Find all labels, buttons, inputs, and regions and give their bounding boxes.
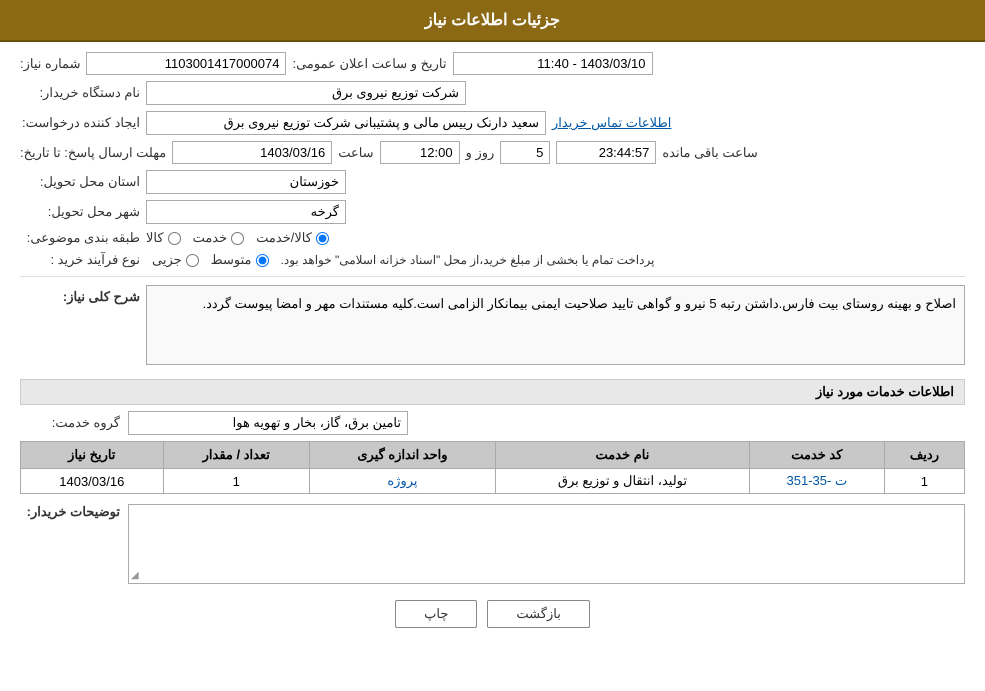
announce-value: 1403/03/10 - 11:40 xyxy=(453,52,653,75)
cell-quantity: 1 xyxy=(163,469,309,494)
deadline-remaining-label: ساعت باقی مانده xyxy=(662,145,757,161)
buyer-notes-label: توضیحات خریدار: xyxy=(20,504,120,520)
deadline-date: 1403/03/16 xyxy=(172,141,332,164)
cell-unit[interactable]: پروژه xyxy=(309,469,495,494)
print-button[interactable]: چاپ xyxy=(395,600,477,628)
services-table: ردیف کد خدمت نام خدمت واحد اندازه گیری ت… xyxy=(20,441,965,494)
process-option-mottaset[interactable]: متوسط xyxy=(211,252,269,268)
table-row: 1 ت -35-351 تولید، انتقال و توزیع برق پر… xyxy=(21,469,965,494)
deadline-day-label: روز و xyxy=(466,145,495,161)
col-quantity: تعداد / مقدار xyxy=(163,442,309,469)
col-date: تاریخ نیاز xyxy=(21,442,164,469)
deadline-remaining-value: 23:44:57 xyxy=(556,141,656,164)
city-value: گرخه xyxy=(146,200,346,224)
service-group-label: گروه خدمت: xyxy=(20,415,120,431)
category-option-kala[interactable]: کالا xyxy=(146,230,181,246)
announce-label: تاریخ و ساعت اعلان عمومی: xyxy=(292,56,446,72)
resize-corner: ◢ xyxy=(131,570,139,581)
deadline-row: مهلت ارسال پاسخ: تا تاریخ: 1403/03/16 سا… xyxy=(20,141,965,164)
process-row: نوع فرآیند خرید : جزیی متوسط پرداخت تمام… xyxy=(20,252,965,268)
process-note: پرداخت تمام یا بخشی از مبلغ خرید،از محل … xyxy=(281,253,655,267)
province-row: استان محل تحویل: خوزستان xyxy=(20,170,965,194)
category-option-kala-khedmat[interactable]: کالا/خدمت xyxy=(256,230,329,246)
process-label: نوع فرآیند خرید : xyxy=(20,252,140,268)
content-area: شماره نیاز: 1103001417000074 تاریخ و ساع… xyxy=(0,42,985,638)
description-text: اصلاح و بهینه روستای بیت فارس.داشتن رتبه… xyxy=(146,285,965,365)
creator-label: ایجاد کننده درخواست: xyxy=(20,115,140,131)
deadline-day-value: 5 xyxy=(500,141,550,164)
creator-value: سعید دارنک رییس مالی و پشتیبانی شرکت توز… xyxy=(146,111,546,135)
category-option-khedmat[interactable]: خدمت xyxy=(193,230,245,246)
process-option-jozvi[interactable]: جزیی xyxy=(152,252,199,268)
col-unit: واحد اندازه گیری xyxy=(309,442,495,469)
cell-row-num: 1 xyxy=(884,469,964,494)
deadline-label: مهلت ارسال پاسخ: تا تاریخ: xyxy=(20,145,166,161)
page-wrapper: جزئیات اطلاعات نیاز شماره نیاز: 11030014… xyxy=(0,0,985,691)
col-row-num: ردیف xyxy=(884,442,964,469)
city-row: شهر محل تحویل: گرخه xyxy=(20,200,965,224)
category-label: طبقه بندی موضوعی: xyxy=(20,230,140,246)
cell-service-code[interactable]: ت -35-351 xyxy=(749,469,884,494)
cell-date: 1403/03/16 xyxy=(21,469,164,494)
col-service-code: کد خدمت xyxy=(749,442,884,469)
province-value: خوزستان xyxy=(146,170,346,194)
description-label: شرح کلی نیاز: xyxy=(20,285,140,305)
category-row: طبقه بندی موضوعی: کالا خدمت کالا/خدمت xyxy=(20,230,965,246)
service-group-value: تامین برق، گاز، بخار و تهویه هوا xyxy=(128,411,408,435)
deadline-time-label: ساعت xyxy=(338,145,373,161)
buyer-notes-box: ◢ xyxy=(128,504,965,584)
col-service-name: نام خدمت xyxy=(496,442,750,469)
buyer-org-value: شرکت توزیع نیروی برق xyxy=(146,81,466,105)
category-radio-group: کالا خدمت کالا/خدمت xyxy=(146,230,329,246)
cell-service-name: تولید، انتقال و توزیع برق xyxy=(496,469,750,494)
creator-row: ایجاد کننده درخواست: سعید دارنک رییس مال… xyxy=(20,111,965,135)
province-label: استان محل تحویل: xyxy=(20,174,140,190)
deadline-items: 1403/03/16 ساعت 12:00 روز و 5 23:44:57 س… xyxy=(172,141,758,164)
contact-link[interactable]: اطلاعات تماس خریدار xyxy=(552,115,671,131)
description-row: شرح کلی نیاز: اصلاح و بهینه روستای بیت ف… xyxy=(20,285,965,373)
page-title: جزئیات اطلاعات نیاز xyxy=(425,12,560,29)
deadline-time-value: 12:00 xyxy=(380,141,460,164)
buyer-org-label: نام دستگاه خریدار: xyxy=(20,85,140,101)
buyer-org-row: نام دستگاه خریدار: شرکت توزیع نیروی برق xyxy=(20,81,965,105)
buyer-notes-row: توضیحات خریدار: ◢ xyxy=(20,504,965,584)
process-radio-group: جزیی متوسط xyxy=(152,252,269,268)
service-info-title: اطلاعات خدمات مورد نیاز xyxy=(20,379,965,405)
buttons-row: بازگشت چاپ xyxy=(20,600,965,628)
city-label: شهر محل تحویل: xyxy=(20,204,140,220)
announce-row: شماره نیاز: 1103001417000074 تاریخ و ساع… xyxy=(20,52,965,75)
page-header: جزئیات اطلاعات نیاز xyxy=(0,0,985,42)
need-number-value: 1103001417000074 xyxy=(86,52,286,75)
service-group-row: گروه خدمت: تامین برق، گاز، بخار و تهویه … xyxy=(20,411,965,435)
need-number-label: شماره نیاز: xyxy=(20,56,80,72)
back-button[interactable]: بازگشت xyxy=(487,600,589,628)
